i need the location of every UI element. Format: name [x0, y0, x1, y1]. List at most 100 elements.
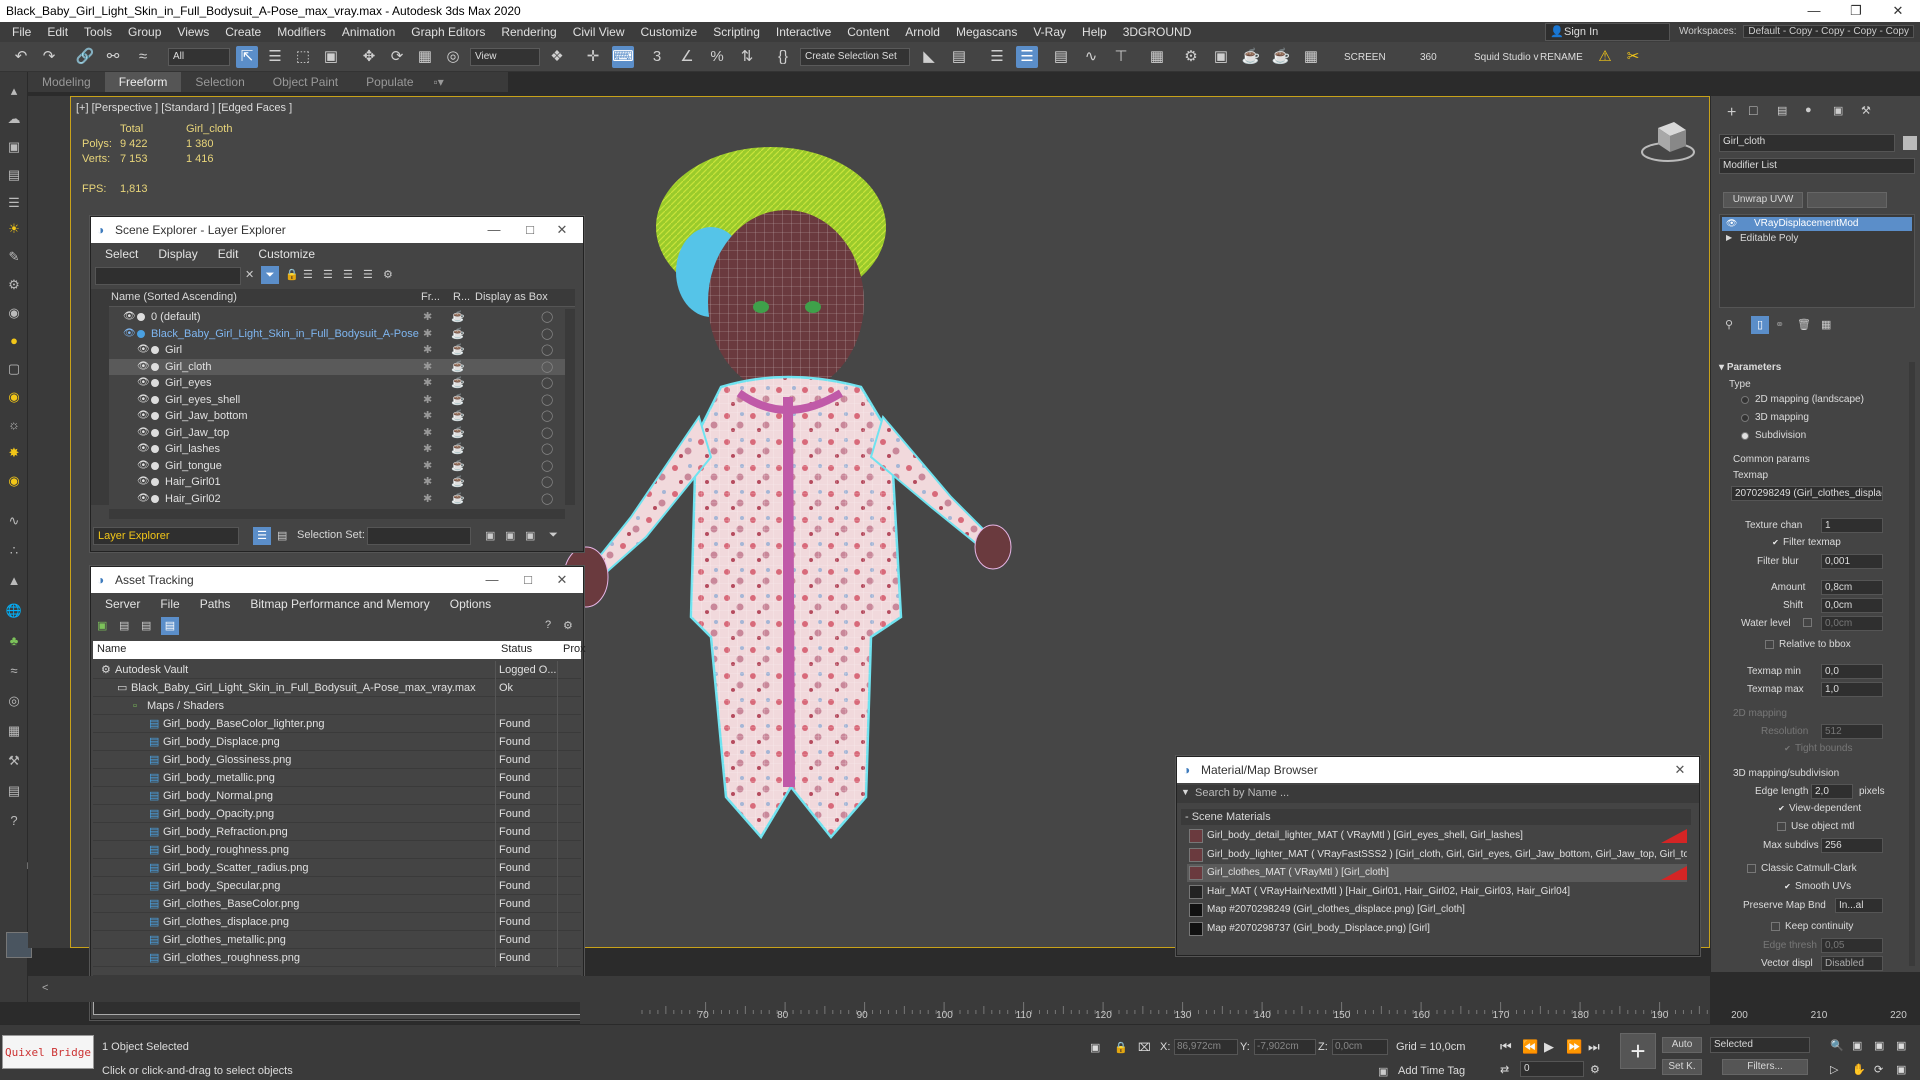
menu-rendering[interactable]: Rendering — [493, 25, 564, 39]
tab-selection[interactable]: Selection — [181, 72, 258, 92]
asset-tracking-titlebar[interactable]: ◑ Asset Tracking — □ ✕ — [91, 567, 583, 593]
scale-icon[interactable]: ▦ — [414, 46, 436, 68]
help-circle-icon[interactable]: ? — [5, 812, 23, 830]
se-table-icon[interactable]: ▤ — [277, 529, 287, 542]
visibility-eye-icon[interactable]: 👁 — [123, 326, 136, 343]
at-menu-server[interactable]: Server — [95, 597, 150, 611]
keyboard-shortcut-override-icon[interactable]: ⌨ — [612, 46, 634, 68]
container-icon[interactable]: ▤ — [5, 166, 23, 184]
se-selection-set-dropdown[interactable] — [367, 527, 471, 545]
selection-lock-icon[interactable]: 🔒 — [1114, 1041, 1128, 1054]
freeze-icon[interactable]: ✱ — [423, 425, 432, 442]
display-tab-icon[interactable]: ▣ — [1833, 104, 1843, 117]
render-teapot-icon[interactable]: ☕ — [451, 309, 465, 326]
visibility-eye-icon[interactable]: 👁 — [137, 342, 150, 359]
shift-spinner[interactable]: 0,0cm — [1821, 598, 1883, 613]
classic-cc-checkbox[interactable] — [1747, 864, 1756, 873]
se-col-frozen[interactable]: Fr... — [421, 291, 440, 303]
box-toggle-icon[interactable]: ◯ — [541, 309, 553, 326]
at-minimize-button[interactable]: — — [477, 567, 507, 593]
remove-modifier-icon[interactable]: 🗑 — [1797, 318, 1811, 331]
isolate-icon[interactable]: ▣ — [1090, 1041, 1100, 1054]
visibility-eye-icon[interactable]: 👁 — [137, 375, 150, 392]
mb-search-input[interactable]: Search by Name ... — [1195, 787, 1289, 799]
render-teapot-icon[interactable]: ☕ — [451, 425, 465, 442]
object-name-field[interactable]: Girl_cloth — [1719, 134, 1895, 152]
chart-icon[interactable]: ▤ — [5, 782, 23, 800]
se-tree-row[interactable]: 👁 Girl_eyes ✱ ☕ ◯ — [109, 375, 565, 392]
menu-scripting[interactable]: Scripting — [705, 25, 768, 39]
workspace-selector[interactable]: Workspaces: Default - Copy - Copy - Copy… — [1679, 23, 1914, 41]
camera-icon[interactable]: ◉ — [5, 388, 23, 406]
material-list-item[interactable]: Map #2070298249 (Girl_clothes_displace.p… — [1187, 901, 1687, 919]
target-icon[interactable]: ◎ — [5, 692, 23, 710]
orbit-icon[interactable]: ⟳ — [1874, 1063, 1883, 1076]
render-teapot-icon[interactable]: ☕ — [451, 342, 465, 359]
box-toggle-icon[interactable]: ◯ — [541, 408, 553, 425]
maximize-viewport-icon[interactable]: ▣ — [1896, 1063, 1906, 1076]
menu-animation[interactable]: Animation — [334, 25, 403, 39]
vray-icon[interactable]: ◉ — [5, 304, 23, 322]
select-object-icon[interactable]: ⇱ — [236, 46, 258, 68]
menu-graph-editors[interactable]: Graph Editors — [403, 25, 493, 39]
edit-named-selection-icon[interactable]: {} — [772, 46, 794, 68]
select-by-name-icon[interactable]: ☰ — [264, 46, 286, 68]
minimize-button[interactable]: — — [1794, 0, 1834, 22]
at-tree-icon[interactable]: ▤ — [141, 619, 151, 632]
se-new-icon[interactable]: ▣ — [525, 529, 535, 542]
at-row[interactable]: ▤ Girl_body_Refraction.png Found — [93, 823, 581, 841]
box-toggle-icon[interactable]: ◯ — [541, 375, 553, 392]
at-row[interactable]: ▤ Girl_clothes_BaseColor.png Found — [93, 895, 581, 913]
modify-tab-icon[interactable]: □ — [1749, 102, 1769, 122]
tab-populate[interactable]: Populate — [352, 72, 427, 92]
brush-icon[interactable]: ✎ — [5, 248, 23, 266]
menu-megascans[interactable]: Megascans — [948, 25, 1025, 39]
fov-icon[interactable]: ▷ — [1830, 1063, 1838, 1076]
visibility-eye-icon[interactable]: 👁 — [137, 491, 150, 506]
at-col-prox[interactable]: Prox — [563, 643, 586, 655]
sun-icon[interactable]: ☼ — [5, 416, 23, 434]
render-teapot-icon[interactable]: ☕ — [451, 392, 465, 409]
visibility-eye-icon[interactable]: 👁 — [137, 392, 150, 409]
parameters-rollout[interactable]: ▾ Parameters — [1719, 362, 1781, 373]
scene-explorer-icon[interactable]: ☁ — [5, 110, 23, 128]
at-menu-options[interactable]: Options — [440, 597, 501, 611]
render-teapot-icon[interactable]: ☕ — [451, 375, 465, 392]
mb-search-bar[interactable]: ▼ Search by Name ... — [1177, 785, 1699, 803]
command-panel-scrollbar[interactable] — [1909, 362, 1915, 966]
box-toggle-icon[interactable]: ◯ — [541, 425, 553, 442]
material-list-item[interactable]: Map #2070298737 (Girl_body_Displace.png)… — [1187, 920, 1687, 938]
reference-coord-dropdown[interactable]: View — [470, 48, 540, 66]
select-manipulate-icon[interactable]: ✛ — [582, 46, 604, 68]
freeze-icon[interactable]: ✱ — [423, 474, 432, 491]
particle-icon[interactable]: ∴ — [5, 542, 23, 560]
at-table-icon[interactable]: ▤ — [161, 617, 179, 635]
se-maximize-button[interactable]: □ — [515, 217, 545, 243]
se-tree-row[interactable]: 👁 Hair_Girl02 ✱ ☕ ◯ — [109, 491, 565, 506]
render-teapot-icon[interactable]: ☕ — [451, 408, 465, 425]
freeze-icon[interactable]: ✱ — [423, 359, 432, 376]
time-slider-bar[interactable]: < — [28, 976, 1710, 1002]
mb-scene-materials-header[interactable]: - Scene Materials — [1181, 809, 1691, 825]
pivot-center-icon[interactable]: ❖ — [546, 46, 568, 68]
render-production-icon[interactable]: ☕ — [1240, 46, 1262, 68]
filter-texmap-checkbox[interactable]: ✔ — [1771, 538, 1780, 547]
unlink-icon[interactable]: ⚯ — [102, 46, 124, 68]
dome-light-icon[interactable]: ◉ — [5, 472, 23, 490]
se-clear-icon[interactable]: ✕ — [245, 268, 254, 281]
box-icon[interactable]: ▢ — [5, 360, 23, 378]
globe-icon[interactable]: 🌐 — [5, 602, 23, 620]
spinner-snap-icon[interactable]: ⇅ — [736, 46, 758, 68]
material-list-item[interactable]: Hair_MAT ( VRayHairNextMtl ) [Hair_Girl0… — [1187, 883, 1687, 901]
box-toggle-icon[interactable]: ◯ — [541, 359, 553, 376]
zoom-extents-icon[interactable]: ▣ — [1874, 1039, 1884, 1052]
freeze-icon[interactable]: ✱ — [423, 375, 432, 392]
visibility-eye-icon[interactable]: 👁 — [137, 474, 150, 491]
set-key-button[interactable]: + — [1620, 1033, 1656, 1069]
menu-group[interactable]: Group — [120, 25, 169, 39]
relative-bbox-checkbox[interactable] — [1765, 640, 1774, 649]
next-frame-icon[interactable]: ⏩ — [1566, 1039, 1582, 1055]
se-save-icon[interactable]: ▣ — [485, 529, 495, 542]
create-tab-icon[interactable]: + — [1727, 104, 1736, 122]
make-unique-icon[interactable]: ⚭ — [1775, 318, 1784, 331]
